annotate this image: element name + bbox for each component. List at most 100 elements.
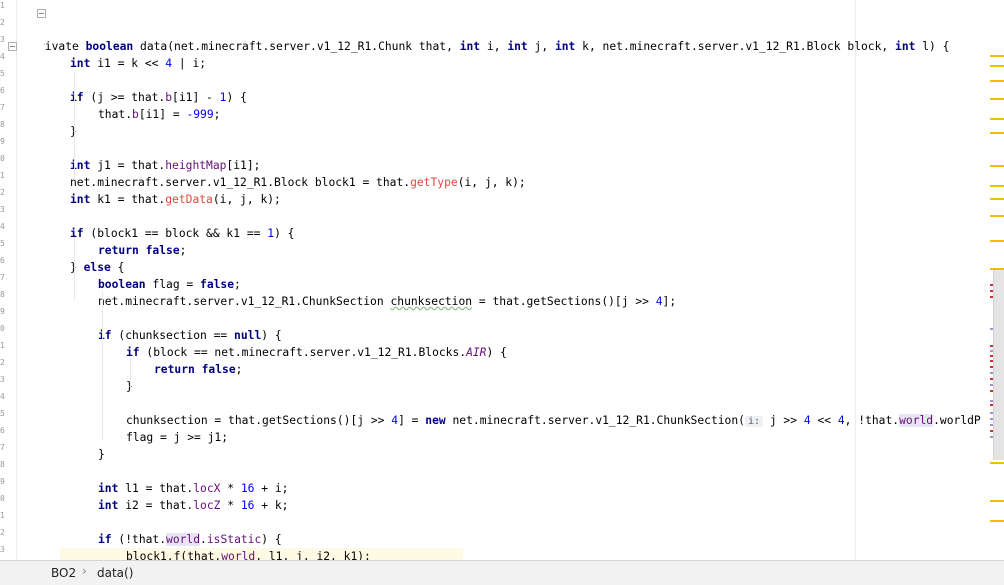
- code-token: (i, j, k);: [212, 193, 281, 206]
- code-line[interactable]: int j1 = that.heightMap[i1];: [70, 157, 260, 174]
- code-line[interactable]: block1.f(that.world, l1, j, i2, k1);: [126, 548, 371, 560]
- line-number: 5: [0, 239, 5, 248]
- breadcrumb-separator-icon: ›: [82, 564, 87, 578]
- code-token: + i;: [254, 482, 289, 495]
- code-line[interactable]: net.minecraft.server.v1_12_R1.ChunkSecti…: [98, 293, 676, 310]
- code-token: net.minecraft.server.v1_12_R1.Block bloc…: [70, 176, 411, 189]
- code-line[interactable]: }: [98, 446, 105, 463]
- line-number: 1: [0, 1, 5, 10]
- line-number: 2: [0, 528, 5, 537]
- stripe-marker[interactable]: [990, 165, 1004, 167]
- code-token: 4: [803, 414, 811, 427]
- code-token: j1 = that.: [90, 159, 166, 172]
- line-number: 0: [0, 324, 5, 333]
- stripe-marker[interactable]: [990, 185, 1004, 187]
- code-line[interactable]: flag = j >= j1;: [126, 429, 228, 446]
- code-token: 4: [837, 414, 845, 427]
- stripe-marker[interactable]: [990, 98, 1004, 100]
- code-line[interactable]: if (chunksection == null) {: [98, 327, 282, 344]
- code-token: boolean: [98, 278, 146, 291]
- stripe-marker[interactable]: [990, 240, 1004, 242]
- stripe-marker[interactable]: [990, 118, 1004, 120]
- stripe-marker[interactable]: [990, 462, 1004, 464]
- code-token: 16: [240, 499, 255, 512]
- stripe-marker[interactable]: [990, 132, 1004, 134]
- code-token: world: [221, 550, 256, 560]
- stripe-marker[interactable]: [990, 520, 1004, 522]
- indent-guide: [74, 237, 75, 300]
- code-token: locZ: [193, 499, 221, 512]
- line-number: 8: [0, 120, 5, 129]
- line-number: 0: [0, 154, 5, 163]
- code-token: if: [98, 533, 112, 546]
- line-number: 3: [0, 375, 5, 384]
- code-token: k, net.minecraft.server.v1_12_R1.Block b…: [575, 40, 896, 53]
- stripe-marker[interactable]: [990, 215, 1004, 217]
- code-token: else: [83, 261, 111, 274]
- code-line[interactable]: net.minecraft.server.v1_12_R1.Block bloc…: [70, 174, 526, 191]
- code-line[interactable]: rivate boolean data(net.minecraft.server…: [44, 38, 949, 55]
- line-number: 1: [0, 511, 5, 520]
- stripe-marker[interactable]: [990, 65, 1004, 67]
- stripe-marker[interactable]: [990, 198, 1004, 200]
- indent-guide: [102, 292, 103, 440]
- code-token: that.: [98, 108, 133, 121]
- code-line[interactable]: int i2 = that.locZ * 16 + k;: [98, 497, 288, 514]
- stripe-marker[interactable]: [990, 55, 1004, 57]
- code-token: [i1] -: [172, 91, 220, 104]
- code-token: locX: [193, 482, 221, 495]
- code-line[interactable]: int k1 = that.getData(i, j, k);: [70, 191, 281, 208]
- code-token: [i1] =: [138, 108, 187, 121]
- code-token: ) {: [226, 91, 247, 104]
- code-token: if: [126, 346, 140, 359]
- code-line[interactable]: chunksection = that.getSections()[j >> 4…: [126, 412, 981, 429]
- line-number: 9: [0, 307, 5, 316]
- code-token: data(net.minecraft.server.v1_12_R1.Chunk…: [133, 40, 460, 53]
- code-line[interactable]: boolean flag = false;: [98, 276, 241, 293]
- code-token: b: [132, 108, 139, 121]
- code-area[interactable]: rivate boolean data(net.minecraft.server…: [44, 0, 1004, 560]
- line-number: 8: [0, 460, 5, 469]
- code-token: (block1 == block && k1 ==: [83, 227, 268, 240]
- indent-guide: [74, 72, 75, 180]
- line-number: 0: [0, 494, 5, 503]
- code-token: ;: [235, 363, 243, 376]
- code-token: ;: [213, 108, 221, 121]
- line-number: 4: [0, 392, 5, 401]
- code-token: l) {: [915, 40, 950, 53]
- scrollbar-thumb[interactable]: [993, 270, 1004, 460]
- code-token: + k;: [254, 499, 289, 512]
- code-line[interactable]: if (block == net.minecraft.server.v1_12_…: [126, 344, 507, 361]
- code-token: (block == net.minecraft.server.v1_12_R1.…: [139, 346, 467, 359]
- fold-marker-icon[interactable]: [8, 42, 17, 51]
- line-number: 3: [0, 205, 5, 214]
- code-token: world: [166, 533, 201, 546]
- code-token: ;: [234, 278, 241, 291]
- line-number: 6: [0, 256, 5, 265]
- line-number: 7: [0, 273, 5, 282]
- code-line[interactable]: int l1 = that.locX * 16 + i;: [98, 480, 288, 497]
- code-line[interactable]: return false;: [98, 242, 186, 259]
- breadcrumb-class[interactable]: BO2: [51, 566, 76, 580]
- code-line[interactable]: int i1 = k << 4 | i;: [70, 55, 206, 72]
- code-token: 4: [655, 295, 663, 308]
- code-token: boolean: [85, 40, 134, 53]
- code-token: int: [554, 40, 576, 53]
- line-number: 9: [0, 477, 5, 486]
- code-token: ];: [662, 295, 677, 308]
- line-number: 2: [0, 18, 5, 27]
- code-line[interactable]: if (block1 == block && k1 == 1) {: [70, 225, 294, 242]
- code-line[interactable]: that.b[i1] = -999;: [98, 106, 220, 123]
- code-line[interactable]: if (!that.world.isStatic) {: [98, 531, 282, 548]
- code-token: i,: [480, 40, 508, 53]
- breadcrumb-method[interactable]: data(): [97, 566, 133, 580]
- stripe-marker[interactable]: [990, 80, 1004, 82]
- code-token: int: [98, 482, 119, 495]
- code-line[interactable]: } else {: [70, 259, 124, 276]
- code-editor[interactable]: 123456789012345678901234567890123 rivate…: [0, 0, 1004, 560]
- stripe-marker[interactable]: [990, 500, 1004, 502]
- code-token: ) {: [486, 346, 507, 359]
- code-token: ) {: [261, 533, 282, 546]
- code-line[interactable]: return false;: [154, 361, 242, 378]
- code-line[interactable]: if (j >= that.b[i1] - 1) {: [70, 89, 247, 106]
